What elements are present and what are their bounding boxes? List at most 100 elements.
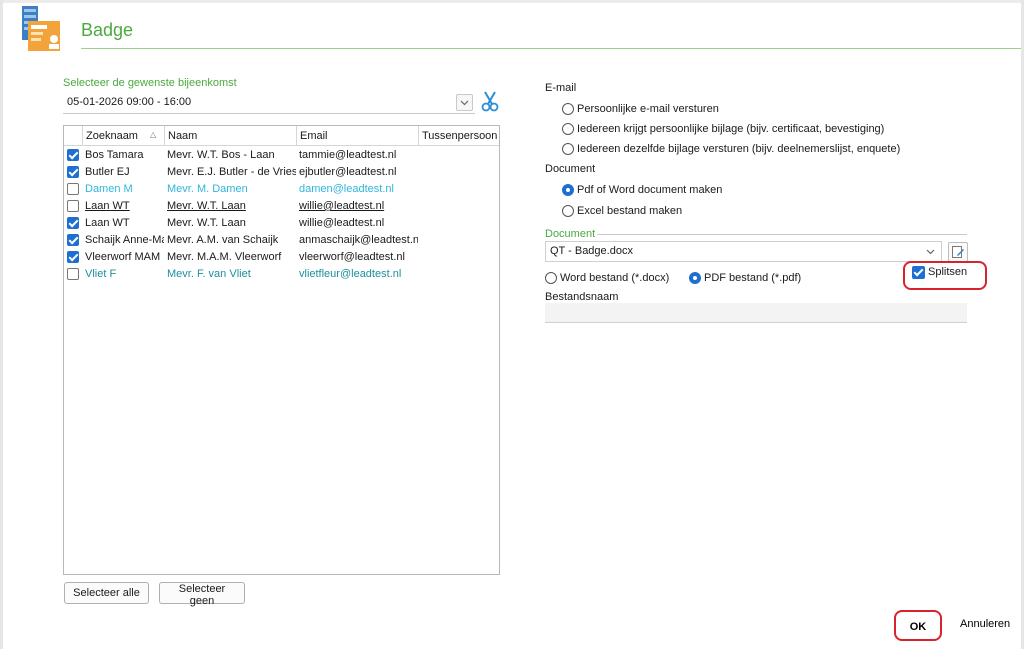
cell-tussenpersoon (418, 198, 499, 215)
cell-naam: Mevr. W.T. Bos - Laan (167, 149, 275, 161)
email-option-label: Persoonlijke e-mail versturen (577, 103, 719, 115)
col-header-naam[interactable]: Naam (164, 126, 296, 146)
col-header-email[interactable]: Email (296, 126, 418, 146)
radio-button[interactable] (562, 123, 574, 135)
splitsen-label: Splitsen (928, 266, 968, 278)
radio-button[interactable] (562, 103, 574, 115)
cell-email: ejbutler@leadtest.nl (299, 166, 397, 178)
format-option-pdf[interactable]: PDF bestand (*.pdf) (689, 270, 801, 286)
cell-naam: Mevr. F. van Vliet (167, 268, 251, 280)
email-option-personal-attachment[interactable]: Iedereen krijgt persoonlijke bijlage (bi… (562, 121, 884, 137)
table-row[interactable]: Schaijk Anne-MarieMevr. A.M. van Schaijk… (64, 232, 499, 249)
cell-zoeknaam: Vleerworf MAM (85, 251, 161, 263)
cell-tussenpersoon (418, 181, 499, 198)
badge-app-icon (22, 6, 60, 51)
cell-email: willie@leadtest.nl (299, 200, 385, 212)
select-all-button[interactable]: Selecteer alle (64, 582, 149, 604)
cell-zoeknaam: Butler EJ (85, 166, 130, 178)
cell-tussenpersoon (418, 164, 499, 181)
chevron-down-icon (460, 100, 469, 105)
select-none-button[interactable]: Selecteer geen (159, 582, 245, 607)
row-checkbox[interactable] (67, 234, 79, 246)
filename-input[interactable] (545, 303, 967, 323)
cell-tussenpersoon (418, 215, 499, 232)
row-checkbox[interactable] (67, 183, 79, 195)
table-row[interactable]: Vliet F Mevr. F. van Vliet vlietfleur@lead… (64, 266, 499, 283)
radio-button-selected[interactable] (562, 184, 574, 196)
radio-button[interactable] (562, 143, 574, 155)
window-title: Badge (81, 20, 134, 40)
document-template-value: QT - Badge.docx (550, 245, 633, 257)
event-dropdown-button[interactable] (456, 94, 473, 111)
edit-document-button[interactable] (948, 242, 968, 262)
cell-zoeknaam: Laan WT (85, 217, 130, 229)
col-header-email-label: Email (300, 130, 328, 142)
title-divider (81, 48, 1021, 49)
cell-tussenpersoon (418, 249, 499, 266)
edit-document-icon (952, 246, 964, 258)
table-row[interactable]: Bos Tamara Mevr. W.T. Bos - Laan tammie@le… (64, 147, 499, 164)
cell-email: anmaschaijk@leadtest.nl (299, 234, 418, 246)
radio-button[interactable] (562, 205, 574, 217)
radio-button-selected[interactable] (689, 272, 701, 284)
cell-email: tammie@leadtest.nl (299, 149, 397, 161)
cell-zoeknaam: Vliet F (85, 268, 117, 280)
email-section-label: E-mail (545, 82, 577, 94)
cell-tussenpersoon (418, 266, 499, 283)
grid-header: Zoeknaam △ Naam Email Tussenpersoon (64, 126, 499, 146)
table-row[interactable]: Butler EJ Mevr. E.J. Butler - de Vries ejb… (64, 164, 499, 181)
row-checkbox[interactable] (67, 200, 79, 212)
table-row[interactable]: Vleerworf MAM Mevr. M.A.M. Vleerworf vleer… (64, 249, 499, 266)
format-option-label: PDF bestand (*.pdf) (704, 272, 802, 284)
cell-zoeknaam: Bos Tamara (85, 149, 144, 161)
event-select-combo[interactable]: 05-01-2026 09:00 - 16:00 (63, 93, 475, 114)
radio-button[interactable] (545, 272, 557, 284)
grid-header-check (64, 126, 82, 146)
cell-zoeknaam: Laan WT (85, 200, 130, 212)
document-picker-label: Document (545, 228, 596, 240)
col-header-tussenpersoon[interactable]: Tussenpersoon (418, 126, 499, 146)
scissors-icon[interactable] (480, 91, 500, 113)
splitsen-checkbox[interactable] (912, 266, 925, 279)
email-option-label: Iedereen dezelfde bijlage versturen (bij… (577, 143, 901, 155)
filename-label: Bestandsnaam (545, 291, 619, 303)
cell-naam: Mevr. M. Damen (167, 183, 248, 195)
email-option-same-attachment[interactable]: Iedereen dezelfde bijlage versturen (bij… (562, 141, 900, 157)
window-left-edge (0, 0, 3, 649)
cell-email: vlietfleur@leadtest.nl (299, 268, 402, 280)
format-option-label: Word bestand (*.docx) (560, 272, 670, 284)
document-template-combo[interactable]: QT - Badge.docx (545, 241, 942, 262)
row-checkbox[interactable] (67, 268, 79, 280)
cell-zoeknaam: Schaijk Anne-Marie (85, 234, 164, 246)
document-section-label: Document (545, 163, 596, 175)
row-checkbox[interactable] (67, 251, 79, 263)
table-row[interactable]: Laan WT Mevr. W.T. Laan willie@leadtest.nl (64, 198, 499, 215)
document-option-label: Pdf of Word document maken (577, 184, 723, 196)
col-header-zoeknaam-label: Zoeknaam (86, 130, 138, 142)
document-dropdown-button[interactable] (922, 243, 939, 260)
document-option-label: Excel bestand maken (577, 205, 683, 217)
cancel-button[interactable]: Annuleren (956, 618, 1014, 630)
participants-grid[interactable]: Zoeknaam △ Naam Email Tussenpersoon Bos … (63, 125, 500, 575)
row-checkbox[interactable] (67, 149, 79, 161)
ok-button[interactable]: OK (898, 615, 938, 639)
document-group-divider (597, 234, 967, 235)
cell-naam: Mevr. M.A.M. Vleerworf (167, 251, 282, 263)
document-option-excel[interactable]: Excel bestand maken (562, 203, 682, 219)
email-option-label: Iedereen krijgt persoonlijke bijlage (bi… (577, 123, 885, 135)
cell-tussenpersoon (418, 147, 499, 164)
table-row[interactable]: Laan WT Mevr. W.T. Laan willie@leadtest.nl (64, 215, 499, 232)
row-checkbox[interactable] (67, 166, 79, 178)
cell-email: damen@leadtest.nl (299, 183, 394, 195)
format-option-word[interactable]: Word bestand (*.docx) (545, 270, 669, 286)
cell-naam: Mevr. W.T. Laan (167, 200, 246, 212)
cell-naam: Mevr. A.M. van Schaijk (167, 234, 279, 246)
document-option-pdf-word[interactable]: Pdf of Word document maken (562, 182, 722, 198)
table-row[interactable]: Damen M Mevr. M. Damen damen@leadtest.nl (64, 181, 499, 198)
email-option-personal[interactable]: Persoonlijke e-mail versturen (562, 101, 719, 117)
window-top-edge (0, 0, 1024, 3)
cell-tussenpersoon (418, 232, 499, 249)
event-select-label: Selecteer de gewenste bijeenkomst (63, 77, 237, 89)
row-checkbox[interactable] (67, 217, 79, 229)
col-header-naam-label: Naam (168, 130, 198, 142)
